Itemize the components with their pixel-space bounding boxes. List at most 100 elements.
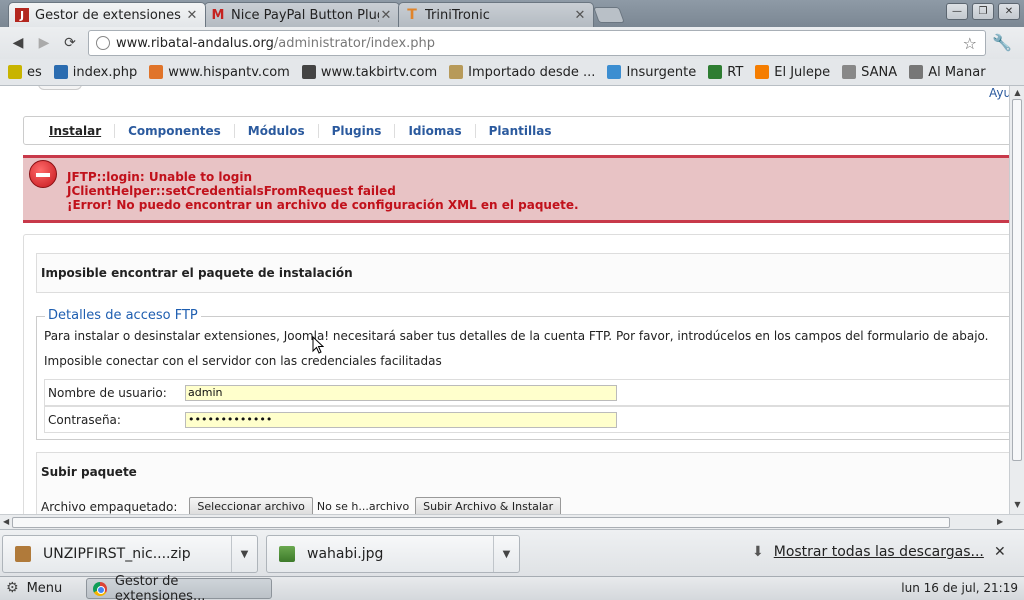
chevron-down-icon[interactable]: ▼ xyxy=(231,536,257,572)
bookmark-item[interactable]: index.php xyxy=(53,65,137,80)
download-filename: wahabi.jpg xyxy=(307,546,384,562)
folder-icon xyxy=(449,65,464,79)
bookmark-label: www.hispantv.com xyxy=(168,64,290,80)
submenu-item[interactable]: Componentes xyxy=(115,123,235,138)
tab-title: Nice PayPal Button Plugi xyxy=(231,7,379,23)
download-item[interactable]: wahabi.jpg ▼ xyxy=(266,535,520,573)
scroll-down-icon[interactable]: ▼ xyxy=(1012,500,1023,511)
bookmark-item[interactable]: www.takbirtv.com xyxy=(301,65,437,80)
tab-paypal-plugin[interactable]: M Nice PayPal Button Plugi ✕ xyxy=(204,2,400,27)
submenu-item[interactable]: Plantillas xyxy=(476,124,565,138)
chrome-icon xyxy=(93,581,107,596)
show-all-downloads[interactable]: ⬇ Mostrar todas las descargas... xyxy=(752,544,984,560)
bookmark-item[interactable]: El Julepe xyxy=(755,65,830,80)
zip-file-icon xyxy=(15,546,31,562)
insurgente-icon xyxy=(607,65,622,79)
bookmark-item[interactable]: Al Manar xyxy=(909,64,986,80)
v-icon xyxy=(8,65,22,79)
bookmark-label: SANA xyxy=(861,64,898,80)
gear-icon: ⚙ xyxy=(6,580,19,596)
page-info-icon[interactable] xyxy=(96,36,110,50)
bookmark-label: Insurgente xyxy=(626,64,697,80)
password-field[interactable] xyxy=(185,411,617,428)
close-tab-icon[interactable]: ✕ xyxy=(573,8,587,23)
bookmark-item[interactable]: RT xyxy=(708,65,743,80)
close-window-icon[interactable]: ✕ xyxy=(998,3,1020,20)
tab-title: TriniTronic xyxy=(425,7,490,23)
reload-icon[interactable]: ⟳ xyxy=(60,33,80,53)
scroll-left-icon[interactable]: ◀ xyxy=(3,517,9,526)
chevron-down-icon[interactable]: ▼ xyxy=(493,536,519,572)
submenu-item[interactable]: Instalar xyxy=(36,123,116,138)
document-icon xyxy=(842,65,857,79)
menu-label: Menu xyxy=(26,580,63,596)
tab-trinitronic[interactable]: T TriniTronic ✕ xyxy=(398,2,594,27)
taskbar-window-label: Gestor de extensiones... xyxy=(114,573,206,600)
wrench-menu-icon[interactable]: 🔧 xyxy=(992,33,1012,52)
scrollbar-thumb[interactable] xyxy=(12,517,950,528)
horizontal-scrollbar[interactable]: ◀ ▶ xyxy=(0,514,1024,529)
bookmark-label: RT xyxy=(727,64,744,80)
error-line: ¡Error! No puedo encontrar un archivo de… xyxy=(67,198,579,212)
bookmark-label: El Julepe xyxy=(774,64,831,80)
upload-title: Subir paquete xyxy=(41,465,137,479)
new-tab-button[interactable] xyxy=(593,7,625,23)
error-message-box: JFTP::login: Unable to login JClientHelp… xyxy=(23,155,1009,223)
bookmark-label: es xyxy=(27,64,42,80)
ftp-status-text: Imposible conectar con el servidor con l… xyxy=(44,354,442,368)
bookmark-label: Al Manar xyxy=(928,64,986,80)
tab-strip: J Gestor de extensiones : ✕ M Nice PayPa… xyxy=(0,0,1024,27)
username-field[interactable] xyxy=(185,384,617,401)
scrollbar-thumb[interactable] xyxy=(1012,99,1022,461)
bookmark-item[interactable]: Insurgente xyxy=(607,65,696,80)
scroll-right-icon[interactable]: ▶ xyxy=(997,517,1003,526)
upload-install-button[interactable]: Subir Archivo & Instalar xyxy=(415,497,562,514)
select-file-button[interactable]: Seleccionar archivo xyxy=(189,497,313,514)
close-tab-icon[interactable]: ✕ xyxy=(185,8,199,23)
download-filename: UNZIPFIRST_nic....zip xyxy=(43,546,191,562)
taskbar-window-button[interactable]: Gestor de extensiones... xyxy=(86,574,272,600)
username-row: Nombre de usuario: xyxy=(44,379,1009,406)
submenu-item[interactable]: Plugins xyxy=(319,123,396,138)
menu-button[interactable]: ⚙ Menu xyxy=(6,580,62,596)
ftp-intro-text: Para instalar o desinstalar extensiones,… xyxy=(44,329,989,343)
trinitronic-icon: T xyxy=(407,7,417,23)
show-all-downloads-link[interactable]: Mostrar todas las descargas... xyxy=(774,544,984,560)
blogger-icon xyxy=(755,65,770,79)
bookmark-item[interactable]: Importado desde ... xyxy=(449,65,595,80)
ftp-legend: Detalles de acceso FTP xyxy=(45,308,201,323)
password-row: Contraseña: xyxy=(44,406,1009,433)
submenu-item[interactable]: Idiomas xyxy=(395,123,476,138)
minimize-window-icon[interactable]: — xyxy=(946,3,968,20)
globe-icon xyxy=(53,65,68,79)
tab-extension-manager[interactable]: J Gestor de extensiones : ✕ xyxy=(8,2,206,27)
restore-window-icon[interactable]: ❐ xyxy=(972,3,994,20)
mouse-cursor-icon xyxy=(312,336,324,354)
scroll-up-icon[interactable]: ▲ xyxy=(1012,88,1023,99)
forward-icon[interactable]: ▶ xyxy=(34,33,54,53)
close-tab-icon[interactable]: ✕ xyxy=(379,8,393,23)
page-viewport: Ayu Instalar Componentes Módulos Plugins Idi… xyxy=(0,86,1009,514)
tab-title: Gestor de extensiones : xyxy=(35,7,185,23)
help-link[interactable]: Ayu xyxy=(989,86,1009,100)
bookmark-item[interactable]: es xyxy=(8,65,42,80)
vertical-scrollbar[interactable]: ▲ ▼ xyxy=(1009,86,1024,514)
bookmark-item[interactable]: SANA xyxy=(842,65,897,80)
error-line: JClientHelper::setCredentialsFromRequest… xyxy=(67,184,396,198)
bookmark-star-icon[interactable]: ☆ xyxy=(963,34,977,53)
download-item[interactable]: UNZIPFIRST_nic....zip ▼ xyxy=(2,535,258,573)
image-file-icon xyxy=(279,546,295,562)
bookmarks-bar: es index.php www.hispantv.com www.takbirtv.… xyxy=(0,59,1024,86)
upload-section: Subir paquete Archivo empaquetado: Selec… xyxy=(36,452,1009,514)
hispantv-icon xyxy=(149,65,164,79)
close-shelf-icon[interactable]: ✕ xyxy=(994,544,1006,560)
bookmark-item[interactable]: www.hispantv.com xyxy=(149,65,290,80)
no-file-text: No se h...archivo xyxy=(316,500,410,513)
submenu-item[interactable]: Módulos xyxy=(235,123,319,138)
bookmark-label: Importado desde ... xyxy=(468,64,596,80)
back-icon[interactable]: ◀ xyxy=(8,33,28,53)
address-bar[interactable]: www.ribatal-andalus.org/administrator/in… xyxy=(88,30,986,56)
install-panel: Imposible encontrar el paquete de instal… xyxy=(23,234,1009,514)
gmail-icon: M xyxy=(211,7,225,23)
installer-submenu: Instalar Componentes Módulos Plugins Idiomas… xyxy=(23,116,1009,145)
